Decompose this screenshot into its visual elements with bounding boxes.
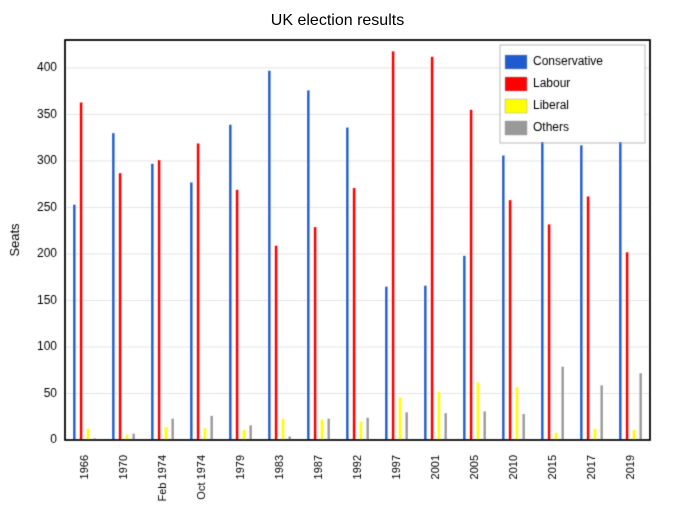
chart-title: UK election results <box>0 0 675 30</box>
chart-container: UK election results <box>0 0 675 520</box>
